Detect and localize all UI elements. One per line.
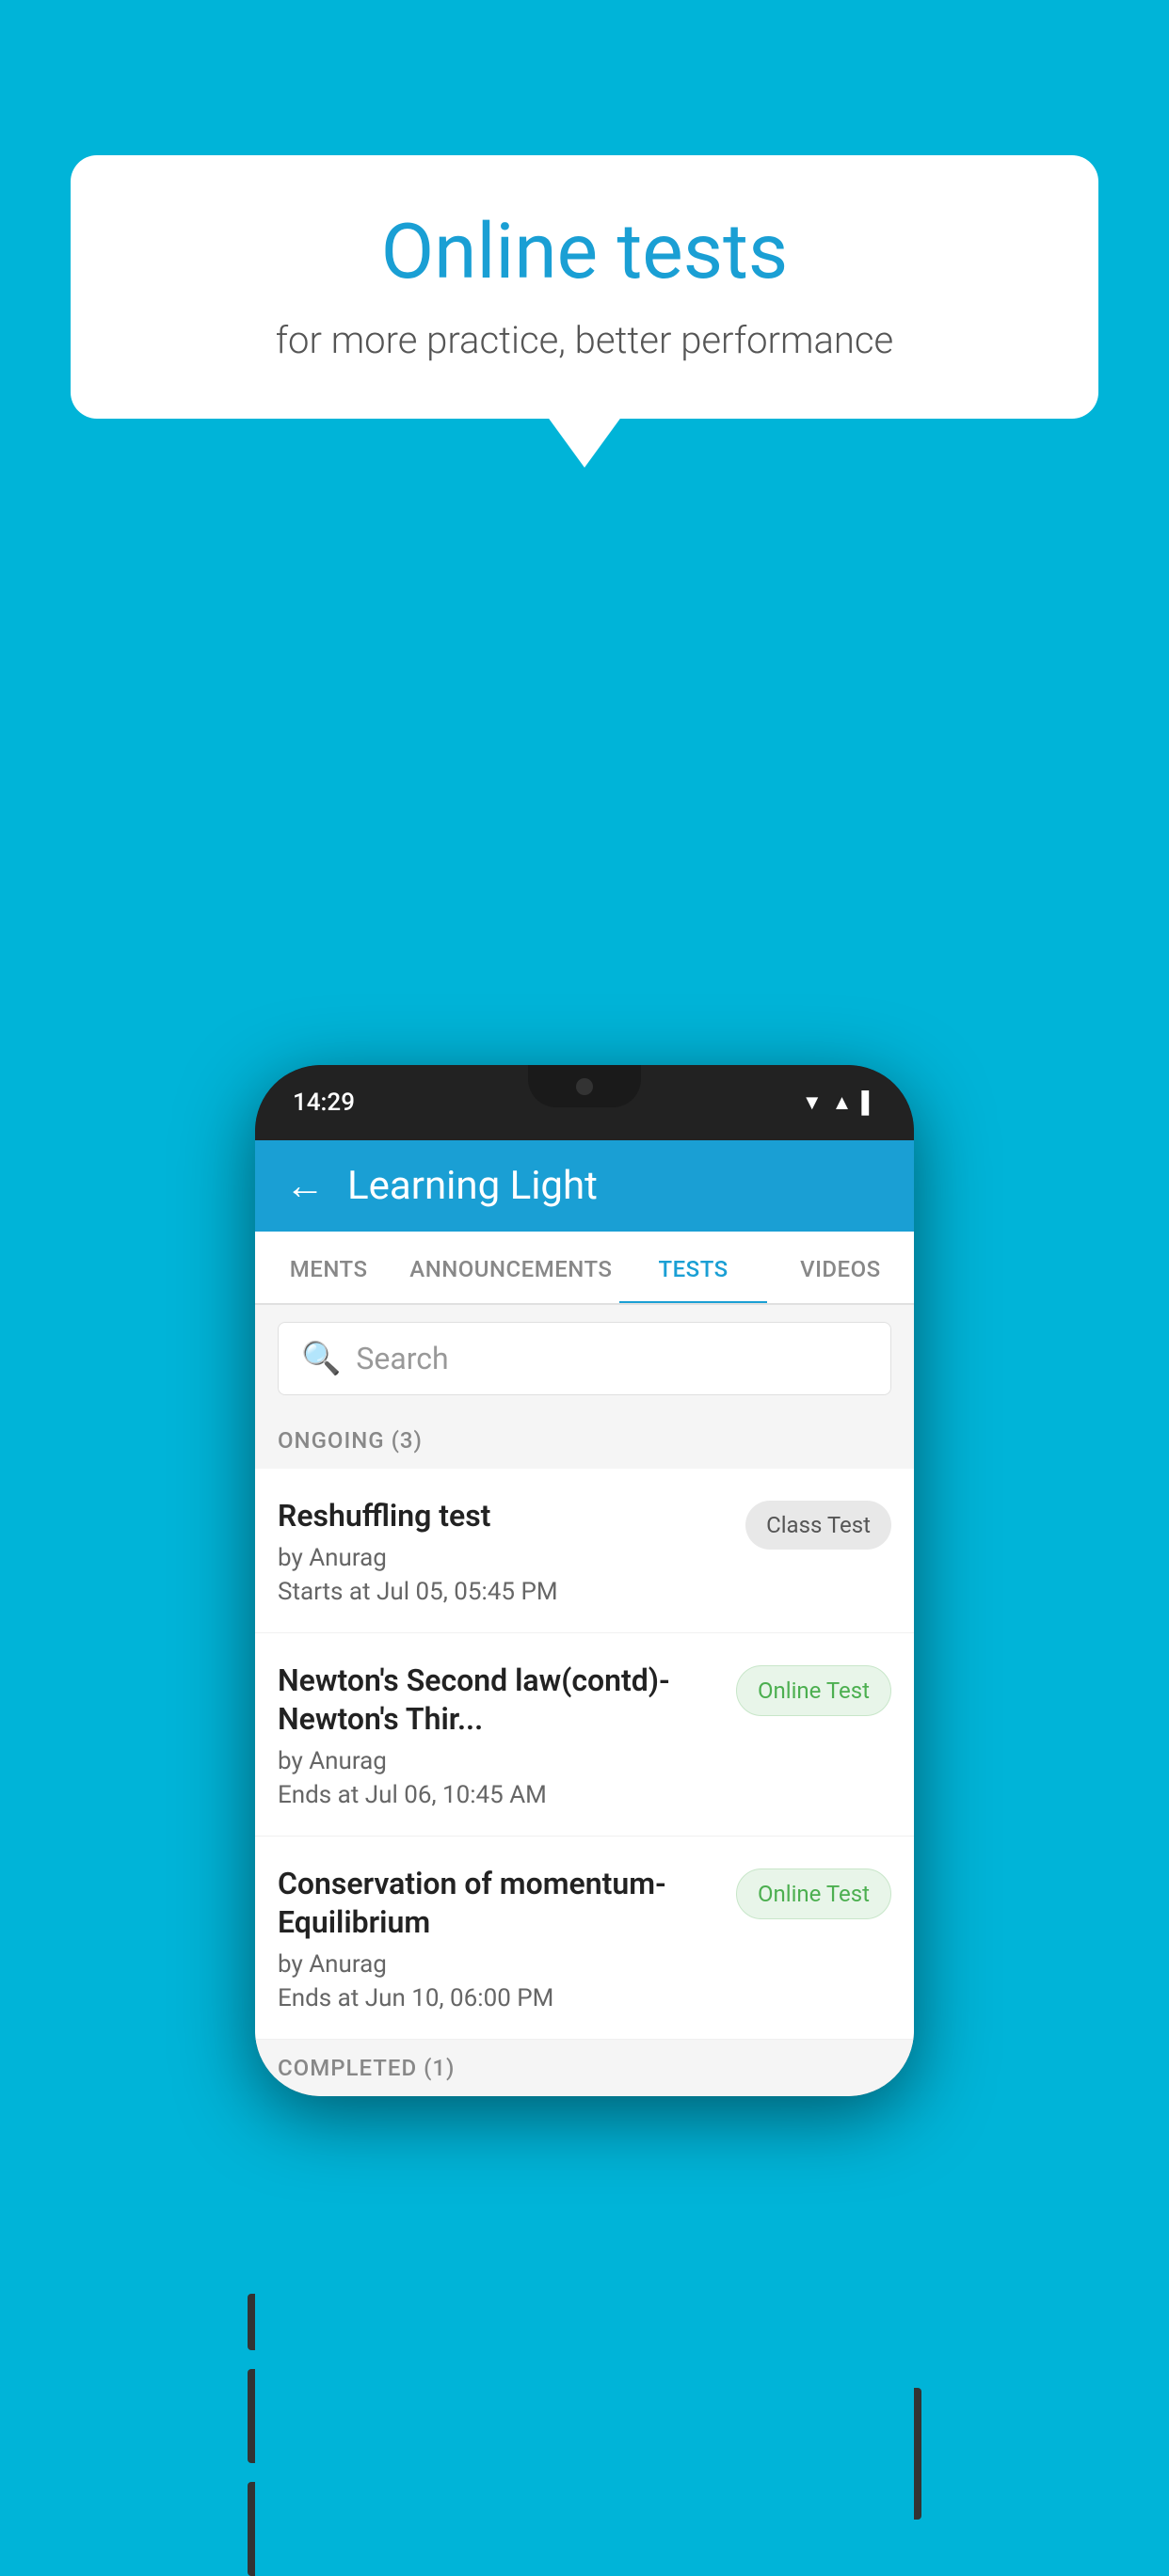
test-time: Ends at Jul 06, 10:45 AM: [278, 1781, 721, 1809]
battery-icon: ▌: [861, 1090, 876, 1115]
test-name: Newton's Second law(contd)-Newton's Thir…: [278, 1662, 721, 1740]
tab-announcements[interactable]: ANNOUNCEMENTS: [402, 1232, 619, 1303]
test-item[interactable]: Newton's Second law(contd)-Newton's Thir…: [255, 1633, 914, 1837]
wifi-icon: ▼: [802, 1090, 823, 1115]
search-bar[interactable]: 🔍 Search: [278, 1322, 891, 1395]
tab-ments[interactable]: MENTS: [255, 1232, 402, 1303]
phone-notch: [528, 1065, 641, 1107]
test-info: Conservation of momentum-Equilibrium by …: [278, 1865, 736, 2012]
search-input[interactable]: Search: [356, 1341, 448, 1376]
phone-screen: ← Learning Light MENTS ANNOUNCEMENTS TES…: [255, 1140, 914, 2096]
status-badge: Class Test: [745, 1501, 891, 1550]
camera-icon: [576, 1078, 593, 1095]
side-button-vol-up-icon: [248, 2369, 255, 2463]
search-container: 🔍 Search: [255, 1305, 914, 1412]
status-badge: Online Test: [736, 1868, 891, 1919]
ongoing-section-label: ONGOING (3): [255, 1412, 914, 1469]
app-title: Learning Light: [347, 1163, 598, 1209]
search-icon: 🔍: [301, 1340, 341, 1377]
side-button-vol-down-icon: [248, 2482, 255, 2576]
test-info: Reshuffling test by Anurag Starts at Jul…: [278, 1497, 745, 1606]
tab-videos[interactable]: VIDEOS: [767, 1232, 914, 1303]
test-item[interactable]: Conservation of momentum-Equilibrium by …: [255, 1837, 914, 2040]
phone-device: 14:29 ▼ ▲ ▌ ← Learning Light MENTS: [255, 1065, 914, 2096]
test-item[interactable]: Reshuffling test by Anurag Starts at Jul…: [255, 1469, 914, 1633]
phone-status-bar: 14:29 ▼ ▲ ▌: [255, 1065, 914, 1140]
test-time: Starts at Jul 05, 05:45 PM: [278, 1578, 730, 1606]
test-author: by Anurag: [278, 1544, 730, 1572]
side-button-volume-icon: [248, 2294, 255, 2350]
side-button-power-icon: [914, 2388, 921, 2520]
tab-tests[interactable]: TESTS: [619, 1232, 766, 1303]
bubble-subtitle: for more practice, better performance: [127, 318, 1042, 362]
test-author: by Anurag: [278, 1747, 721, 1775]
test-author: by Anurag: [278, 1950, 721, 1979]
test-list: Reshuffling test by Anurag Starts at Jul…: [255, 1469, 914, 2040]
bubble-title: Online tests: [127, 207, 1042, 297]
test-name: Reshuffling test: [278, 1497, 730, 1536]
test-time: Ends at Jun 10, 06:00 PM: [278, 1984, 721, 2012]
completed-section-label: COMPLETED (1): [255, 2040, 914, 2096]
status-badge: Online Test: [736, 1665, 891, 1716]
tab-bar: MENTS ANNOUNCEMENTS TESTS VIDEOS: [255, 1232, 914, 1305]
status-icons: ▼ ▲ ▌: [802, 1090, 876, 1115]
signal-icon: ▲: [832, 1090, 853, 1115]
status-time: 14:29: [293, 1089, 355, 1117]
back-button[interactable]: ←: [285, 1167, 325, 1206]
speech-bubble: Online tests for more practice, better p…: [71, 155, 1098, 419]
test-name: Conservation of momentum-Equilibrium: [278, 1865, 721, 1943]
test-info: Newton's Second law(contd)-Newton's Thir…: [278, 1662, 736, 1809]
app-header: ← Learning Light: [255, 1140, 914, 1232]
